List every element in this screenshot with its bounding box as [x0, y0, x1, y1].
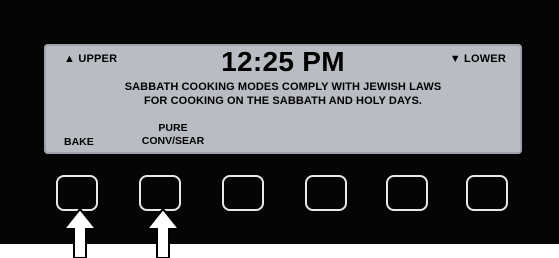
sabbath-message: SABBATH COOKING MODES COMPLY WITH JEWISH…	[44, 80, 522, 108]
up-arrow-icon	[145, 207, 181, 258]
soft-key-button-6[interactable]	[466, 175, 508, 211]
soft-key-button-5[interactable]	[386, 175, 428, 211]
soft-key-label-bake: BAKE	[64, 136, 94, 148]
sabbath-message-line2: FOR COOKING ON THE SABBATH AND HOLY DAYS…	[143, 95, 423, 107]
soft-key-button-3[interactable]	[222, 175, 264, 211]
soft-key-label-conv-sear: CONV/SEAR	[141, 135, 205, 147]
soft-key-button-1[interactable]	[56, 175, 98, 211]
soft-key-button-4[interactable]	[305, 175, 347, 211]
soft-key-label-pure-conv-sear: PURE CONV/SEAR	[138, 122, 208, 148]
soft-key-label-pure: PURE	[158, 122, 188, 134]
up-arrow-icon	[62, 207, 98, 258]
soft-key-button-2[interactable]	[139, 175, 181, 211]
sabbath-message-line1: SABBATH COOKING MODES COMPLY WITH JEWISH…	[124, 81, 442, 93]
lcd-display: ▲ UPPER ▼ LOWER 12:25 PM SABBATH COOKING…	[44, 44, 522, 154]
clock-time: 12:25 PM	[221, 46, 345, 77]
